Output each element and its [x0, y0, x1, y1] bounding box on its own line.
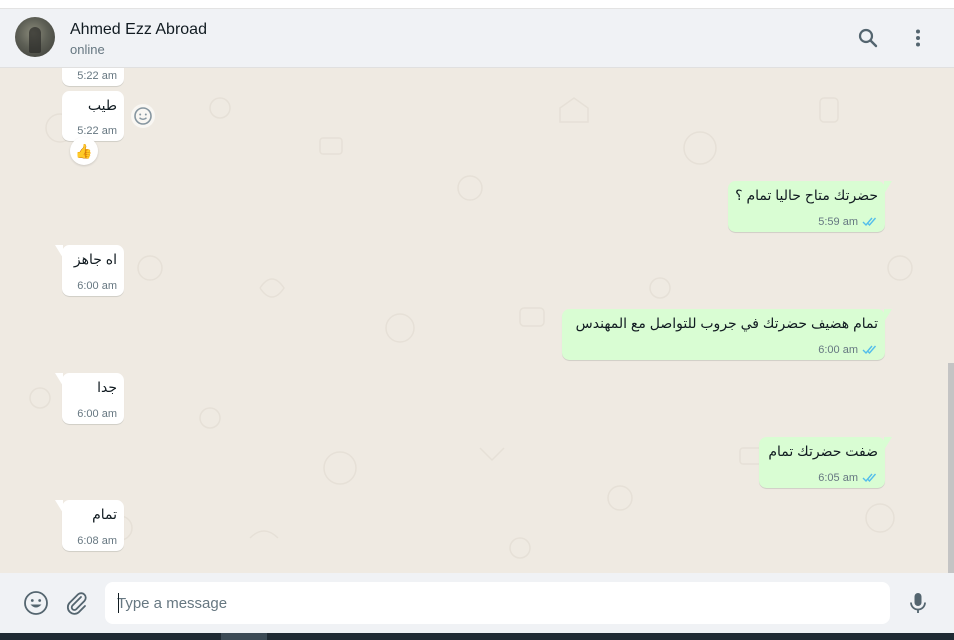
- bubble-tail: [55, 500, 63, 513]
- contact-name[interactable]: Ahmed Ezz Abroad: [70, 21, 207, 39]
- message-outgoing[interactable]: ضفت حضرتك تمام 6:05 am: [759, 437, 892, 488]
- message-list[interactable]: 5:22 am طيب 5:22 am 👍 حضرتك متاح حاليا ت…: [0, 68, 954, 573]
- message-incoming[interactable]: جدا 6:00 am: [55, 373, 124, 424]
- search-icon[interactable]: [856, 26, 880, 50]
- message-text: طيب: [87, 97, 117, 113]
- read-ticks-icon: [862, 473, 877, 483]
- message-incoming[interactable]: تمام 6:08 am: [55, 500, 124, 551]
- message-time: 5:59 am: [818, 216, 858, 228]
- message-text: تمام هضيف حضرتك في جروب للتواصل مع المهن…: [575, 315, 878, 331]
- reaction-badge[interactable]: 👍: [70, 137, 98, 165]
- bubble-tail: [55, 245, 63, 258]
- message-time: 5:22 am: [77, 125, 117, 137]
- attach-icon[interactable]: [64, 590, 90, 616]
- message-time: 6:08 am: [77, 535, 117, 547]
- message-input[interactable]: [105, 582, 890, 624]
- message-time: 6:00 am: [818, 344, 858, 356]
- scrollbar[interactable]: [948, 363, 954, 573]
- taskbar-item[interactable]: [221, 633, 267, 640]
- message-time: 6:00 am: [77, 280, 117, 292]
- read-ticks-icon: [862, 217, 877, 227]
- message-incoming[interactable]: 5:22 am: [62, 68, 124, 86]
- message-incoming[interactable]: طيب 5:22 am: [62, 91, 124, 141]
- message-time: 6:05 am: [818, 472, 858, 484]
- message-text: حضرتك متاح حاليا تمام ؟: [735, 187, 878, 203]
- bubble-tail: [884, 181, 892, 194]
- message-outgoing[interactable]: تمام هضيف حضرتك في جروب للتواصل مع المهن…: [562, 309, 892, 360]
- emoji-icon[interactable]: [23, 590, 49, 616]
- whatsapp-window: Ahmed Ezz Abroad online 5:22 am طيب 5:22…: [0, 0, 954, 640]
- bubble-tail: [884, 437, 892, 450]
- compose-bar: [0, 573, 954, 633]
- message-text: تمام: [92, 506, 117, 522]
- message-text: ضفت حضرتك تمام: [768, 443, 878, 459]
- message-text: جدا: [97, 379, 117, 395]
- message-incoming[interactable]: اه جاهز 6:00 am: [55, 245, 124, 296]
- os-taskbar: [0, 633, 954, 640]
- window-top-strip: [0, 0, 954, 9]
- avatar[interactable]: [15, 17, 55, 57]
- contact-status: online: [70, 42, 105, 57]
- message-text: اه جاهز: [73, 251, 117, 267]
- read-ticks-icon: [862, 345, 877, 355]
- message-time: 6:00 am: [77, 408, 117, 420]
- react-emoji-button[interactable]: [131, 104, 155, 128]
- mic-icon[interactable]: [905, 590, 931, 616]
- menu-dots-icon[interactable]: [906, 26, 930, 50]
- text-caret: [118, 593, 119, 613]
- chat-header[interactable]: Ahmed Ezz Abroad online: [0, 9, 954, 68]
- bubble-tail: [884, 309, 892, 322]
- message-time: 5:22 am: [77, 70, 117, 82]
- bubble-tail: [55, 373, 63, 386]
- message-outgoing[interactable]: حضرتك متاح حاليا تمام ؟ 5:59 am: [728, 181, 892, 232]
